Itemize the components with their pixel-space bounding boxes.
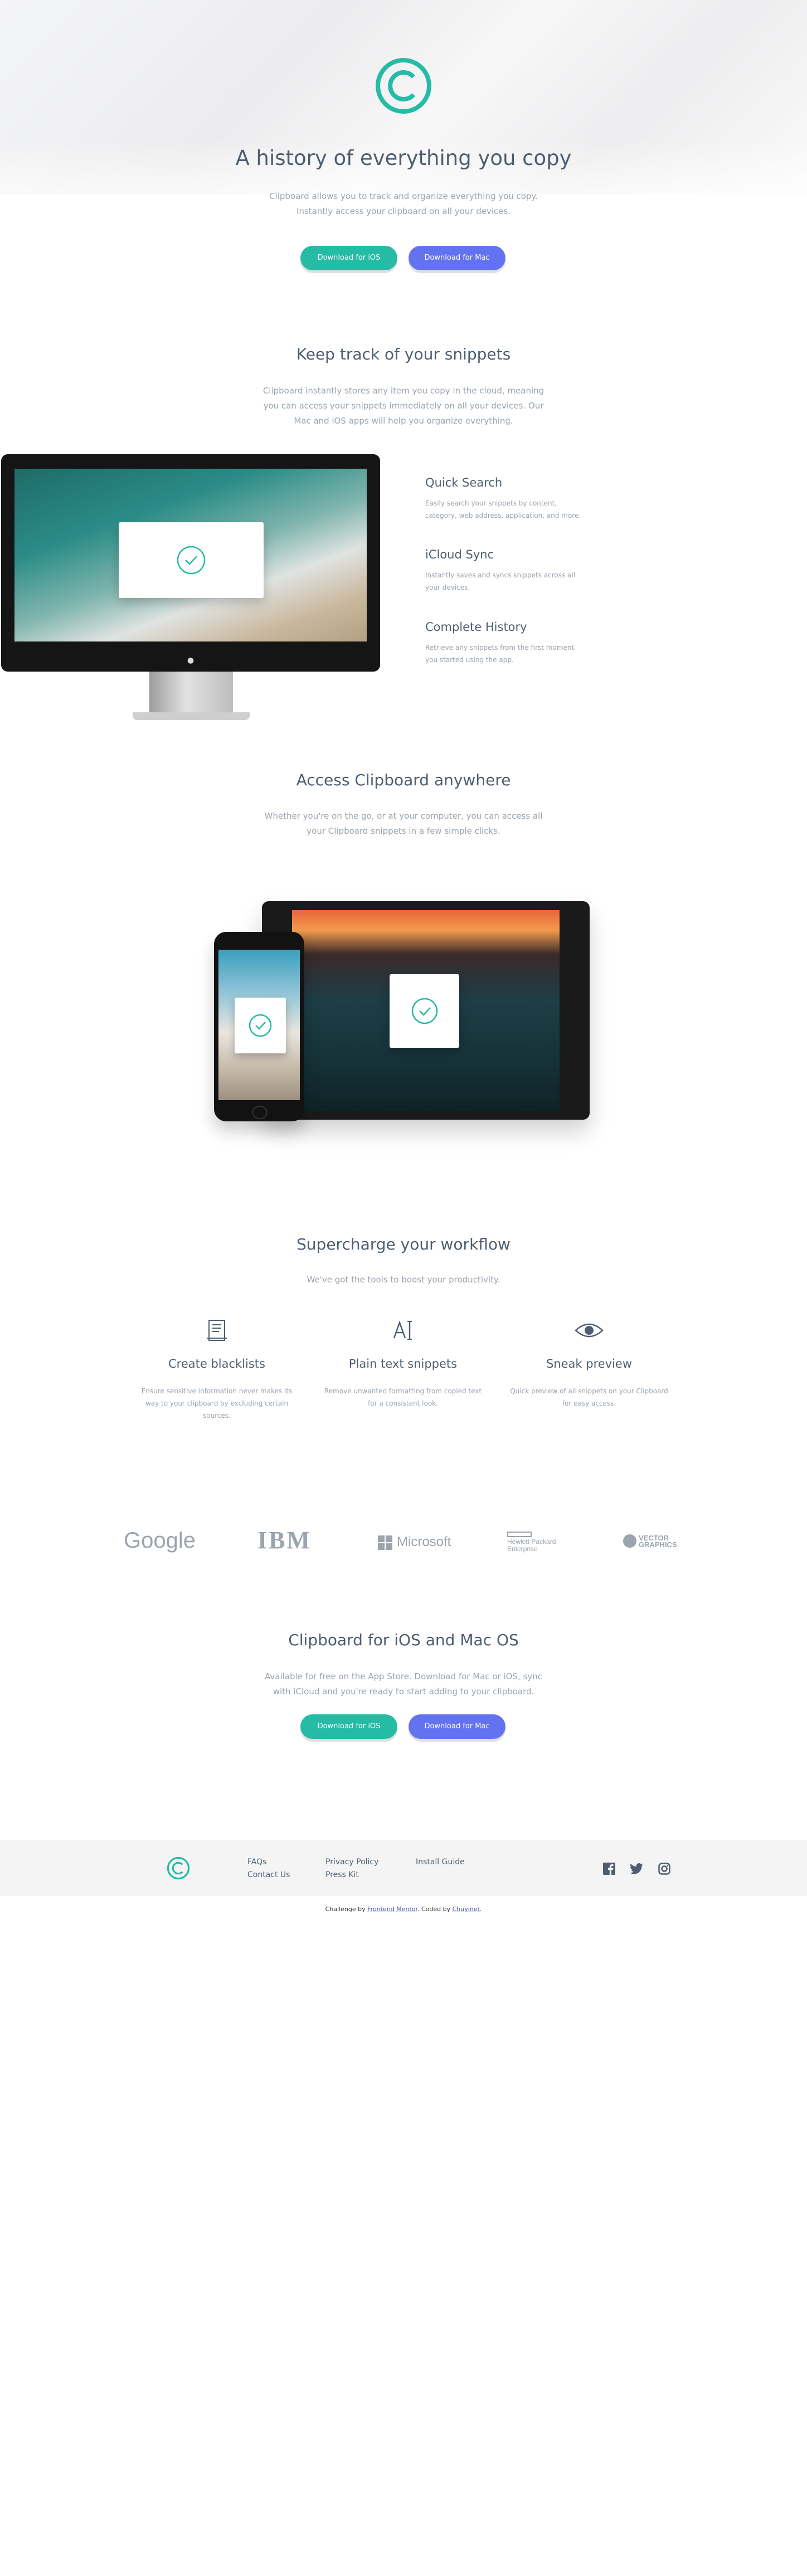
cta-download-ios-button[interactable]: Download for iOS xyxy=(300,1714,397,1739)
workflow-item-text: Quick preview of all snippets on your Cl… xyxy=(510,1387,668,1407)
feature-text: Retrieve any snippets from the first mom… xyxy=(425,644,575,664)
workflow-item-blacklists: Create blacklists Ensure sensitive infor… xyxy=(136,1318,298,1422)
snippets-text: Clipboard instantly stores any item you … xyxy=(262,386,545,426)
workflow-item-title: Plain text snippets xyxy=(348,1357,458,1370)
feature-title: Complete History xyxy=(425,620,527,634)
attribution: Challenge by Frontend Mentor. Coded by C… xyxy=(325,1906,482,1913)
footer-link-contact[interactable]: Contact Us xyxy=(247,1870,290,1879)
footer-link-faqs[interactable]: FAQs xyxy=(247,1858,266,1867)
feature-text: Instantly saves and syncs snippets acros… xyxy=(425,571,576,591)
microsoft-logo-text: Microsoft xyxy=(397,1534,451,1549)
hero-title: A history of everything you copy xyxy=(235,146,572,170)
workflow-text: We've got the tools to boost your produc… xyxy=(307,1275,500,1285)
feature-text: Easily search your snippets by content, … xyxy=(425,499,581,519)
microsoft-logo xyxy=(378,1535,392,1552)
vector-graphics-logo: VECTOR GRAPHICS xyxy=(639,1534,677,1549)
facebook-icon[interactable] xyxy=(603,1863,615,1875)
feature-title: iCloud Sync xyxy=(425,548,494,561)
phone-snippet-card xyxy=(235,998,286,1053)
workflow-item-text: Ensure sensitive information never makes… xyxy=(141,1387,293,1420)
author-link[interactable]: Chuyinet xyxy=(453,1906,480,1913)
workflow-item-plain-text: Plain text snippets Remove unwanted form… xyxy=(322,1318,484,1409)
twitter-icon[interactable] xyxy=(630,1863,643,1874)
workflow-item-text: Remove unwanted formatting from copied t… xyxy=(324,1387,482,1407)
feature-title: Quick Search xyxy=(425,476,503,489)
feature-quick-search: Quick Search Easily search your snippets… xyxy=(425,476,587,522)
home-button xyxy=(252,1106,268,1119)
footer-link-install-guide[interactable]: Install Guide xyxy=(416,1858,465,1867)
snippets-title: Keep track of your snippets xyxy=(296,345,511,363)
eye-icon xyxy=(575,1323,604,1338)
cta-title: Clipboard for iOS and Mac OS xyxy=(288,1631,519,1649)
access-title: Access Clipboard anywhere xyxy=(296,771,511,789)
footer xyxy=(0,1840,807,1896)
check-icon xyxy=(249,1014,272,1037)
vector-graphics-logo-mark xyxy=(623,1534,636,1548)
footer-link-privacy[interactable]: Privacy Policy xyxy=(325,1858,378,1867)
download-mac-button[interactable]: Download for Mac xyxy=(409,246,505,270)
hero-text: Clipboard allows you to track and organi… xyxy=(269,191,538,216)
instagram-icon[interactable] xyxy=(658,1863,670,1875)
footer-logo-icon[interactable] xyxy=(167,1856,190,1880)
text-icon xyxy=(393,1320,412,1340)
workflow-item-title: Create blacklists xyxy=(168,1357,265,1370)
hpe-logo-mark xyxy=(507,1532,532,1537)
cta-text: Available for free on the App Store. Dow… xyxy=(265,1671,542,1697)
snippet-card xyxy=(119,522,264,598)
workflow-title: Supercharge your workflow xyxy=(296,1235,511,1253)
cta-download-mac-button[interactable]: Download for Mac xyxy=(409,1714,505,1739)
access-text: Whether you're on the go, or at your com… xyxy=(264,811,543,836)
feature-complete-history: Complete History Retrieve any snippets f… xyxy=(425,620,587,666)
tablet-snippet-card xyxy=(390,974,459,1048)
download-ios-button[interactable]: Download for iOS xyxy=(300,246,397,270)
workflow-item-sneak-preview: Sneak preview Quick preview of all snipp… xyxy=(508,1318,670,1409)
frontend-mentor-link[interactable]: Frontend Mentor xyxy=(367,1906,417,1913)
clipboard-logo-icon xyxy=(376,58,431,114)
windows-icon xyxy=(378,1535,392,1550)
google-logo: Google xyxy=(124,1528,196,1553)
workflow-item-title: Sneak preview xyxy=(546,1357,633,1370)
blacklist-icon xyxy=(207,1320,227,1341)
check-icon xyxy=(411,998,438,1024)
hpe-logo: Hewlett Packard Enterprise xyxy=(507,1538,556,1553)
check-icon xyxy=(177,546,206,575)
imac-base xyxy=(133,712,250,720)
apple-logo-icon: ● xyxy=(187,656,195,665)
feature-icloud-sync: iCloud Sync Instantly saves and syncs sn… xyxy=(425,548,587,594)
footer-link-press-kit[interactable]: Press Kit xyxy=(325,1870,359,1879)
ibm-logo: IBM xyxy=(257,1527,312,1554)
